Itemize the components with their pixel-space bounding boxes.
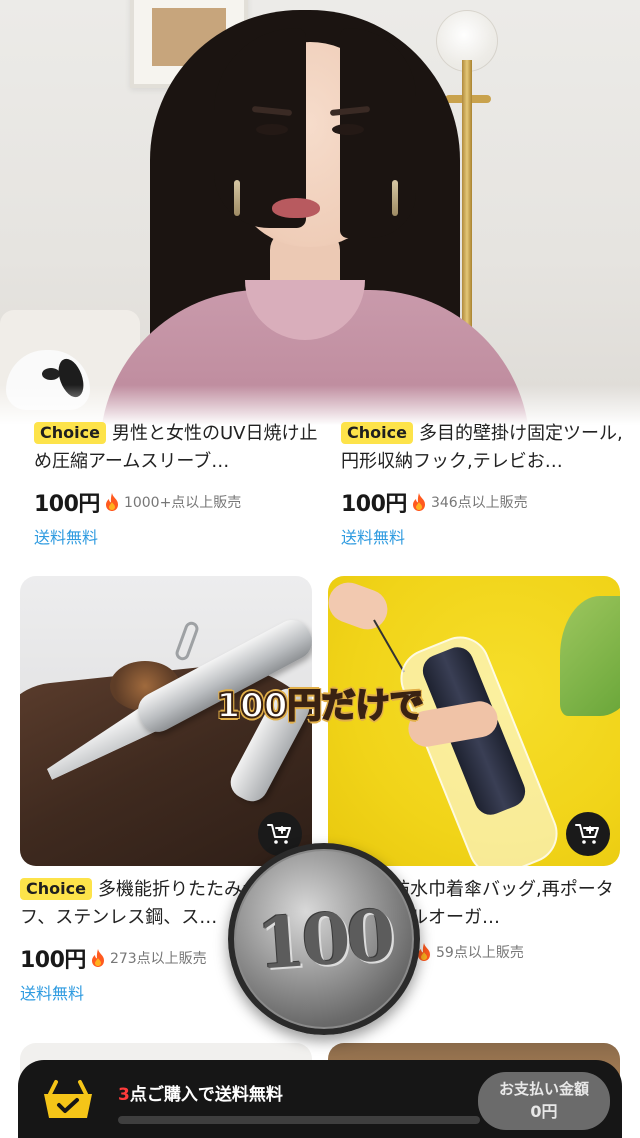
product-title: Choice 多目的壁掛け固定ツール,円形収納フック,テレビお… <box>341 420 633 476</box>
item-count: 3 <box>118 1085 130 1105</box>
product-price: 100円 <box>20 948 86 973</box>
price-row: 100円 346点以上販売 <box>341 486 633 518</box>
free-shipping-label: 送料無料 <box>341 528 406 547</box>
presenter-eye-right <box>332 124 364 135</box>
sold-count: 346点以上販売 <box>430 495 528 511</box>
video-fade <box>0 385 640 425</box>
product-title: Choice 男性と女性のUV日焼け止め圧縮アームスリーブ… <box>34 420 326 476</box>
shipping-message: 点ご購入で送料無料 <box>129 1085 283 1105</box>
choice-badge: Choice <box>20 878 92 900</box>
free-shipping-label: 送料無料 <box>34 528 99 547</box>
video-caption: 100円だけで <box>216 685 425 727</box>
free-shipping-progress-text: 3点ご購入で送料無料 <box>118 1080 283 1105</box>
fire-icon <box>103 492 121 512</box>
add-to-cart-icon <box>267 824 291 844</box>
product-title-text: 防水巾着傘バッグ,再ポータブルオーガ… <box>392 879 614 928</box>
product-card-1[interactable]: Choice 男性と女性のUV日焼け止め圧縮アームスリーブ… 100円 1000+… <box>34 420 326 548</box>
earring-right <box>392 180 398 216</box>
product-price: 100円 <box>34 492 100 517</box>
fire-icon <box>410 492 428 512</box>
pay-amount: 0円 <box>530 1102 558 1121</box>
sold-count: 273点以上販売 <box>109 951 207 967</box>
free-shipping-progress-bar <box>118 1116 480 1124</box>
yen-coin-image: 100 <box>228 843 420 1035</box>
price-row: 100円 1000+点以上販売 <box>34 486 326 518</box>
choice-badge: Choice <box>341 422 413 444</box>
lamp-stand <box>462 60 472 350</box>
coin-value: 100 <box>254 892 394 986</box>
sold-count: 1000+点以上販売 <box>123 495 242 511</box>
product-card-2[interactable]: Choice 多目的壁掛け固定ツール,円形収納フック,テレビお… 100円 346… <box>341 420 633 548</box>
earring-left <box>234 180 240 216</box>
checkout-bar[interactable]: 3点ご購入で送料無料 お支払い金額 0円 <box>18 1060 622 1138</box>
add-to-cart-button[interactable] <box>566 812 610 856</box>
fire-icon <box>89 948 107 968</box>
presenter-eye-left <box>256 124 288 135</box>
presenter-lips <box>272 198 320 218</box>
add-to-cart-icon <box>575 824 599 844</box>
shopping-basket-icon <box>44 1080 92 1118</box>
checkout-button[interactable]: お支払い金額 0円 <box>478 1072 610 1130</box>
sold-count: 59点以上販売 <box>436 945 524 961</box>
presenter-video[interactable] <box>0 0 640 425</box>
pay-label: お支払い金額 <box>498 1080 589 1098</box>
product-price: 100円 <box>341 492 407 517</box>
choice-badge: Choice <box>34 422 106 444</box>
